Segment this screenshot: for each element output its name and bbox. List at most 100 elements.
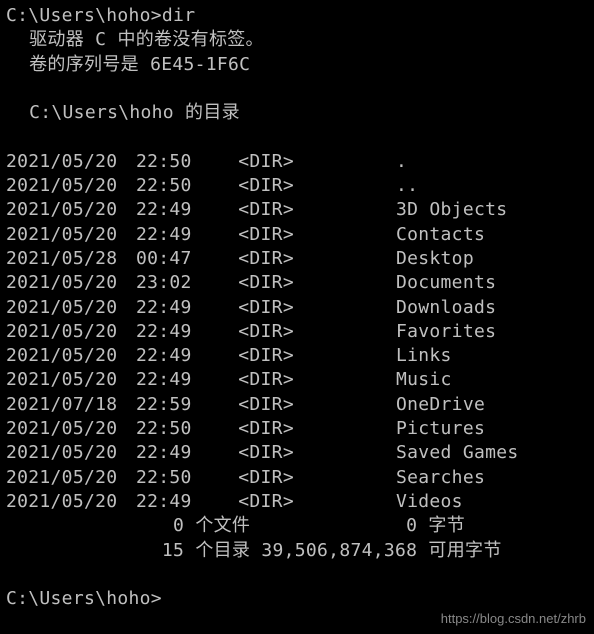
entry-name: Links — [396, 344, 588, 368]
list-item: 2021/05/2023:02 <DIR> Documents — [6, 271, 588, 295]
entry-time: 22:59 — [136, 393, 216, 417]
entry-name: OneDrive — [396, 393, 588, 417]
entry-name: . — [396, 150, 588, 174]
prompt: C:\Users\hoho> — [6, 5, 162, 26]
entry-size — [326, 441, 396, 465]
entry-date: 2021/05/28 — [6, 247, 136, 271]
entry-time: 22:50 — [136, 417, 216, 441]
entry-size — [326, 223, 396, 247]
blank-line — [6, 125, 588, 149]
list-item: 2021/05/2800:47 <DIR> Desktop — [6, 247, 588, 271]
entry-type: <DIR> — [216, 198, 326, 222]
volume-info: 驱动器 C 中的卷没有标签。 — [6, 28, 588, 52]
entry-name: Contacts — [396, 223, 588, 247]
list-item: 2021/05/2022:49 <DIR> 3D Objects — [6, 198, 588, 222]
entry-name: Pictures — [396, 417, 588, 441]
entry-time: 00:47 — [136, 247, 216, 271]
entry-time: 23:02 — [136, 271, 216, 295]
command-line[interactable]: C:\Users\hoho>dir — [6, 4, 588, 28]
entry-type: <DIR> — [216, 368, 326, 392]
entry-type: <DIR> — [216, 174, 326, 198]
serial-info: 卷的序列号是 6E45-1F6C — [6, 53, 588, 77]
entry-type: <DIR> — [216, 344, 326, 368]
entry-type: <DIR> — [216, 466, 326, 490]
entry-name: 3D Objects — [396, 198, 588, 222]
entry-date: 2021/05/20 — [6, 344, 136, 368]
directory-of: C:\Users\hoho 的目录 — [6, 101, 588, 125]
entry-size — [326, 490, 396, 514]
list-item: 2021/05/2022:49 <DIR> Videos — [6, 490, 588, 514]
entry-date: 2021/05/20 — [6, 490, 136, 514]
prompt-ready[interactable]: C:\Users\hoho> — [6, 587, 588, 611]
entry-time: 22:50 — [136, 150, 216, 174]
entry-time: 22:49 — [136, 198, 216, 222]
entry-date: 2021/05/20 — [6, 296, 136, 320]
list-item: 2021/05/2022:50 <DIR> Pictures — [6, 417, 588, 441]
entry-size — [326, 344, 396, 368]
command: dir — [162, 5, 195, 26]
directory-listing: 2021/05/2022:50 <DIR>.2021/05/2022:50 <D… — [6, 150, 588, 514]
list-item: 2021/05/2022:49 <DIR> Downloads — [6, 296, 588, 320]
entry-date: 2021/05/20 — [6, 368, 136, 392]
entry-date: 2021/05/20 — [6, 223, 136, 247]
list-item: 2021/05/2022:50 <DIR>. — [6, 150, 588, 174]
entry-time: 22:49 — [136, 296, 216, 320]
entry-time: 22:50 — [136, 174, 216, 198]
entry-size — [326, 466, 396, 490]
list-item: 2021/05/2022:50 <DIR>.. — [6, 174, 588, 198]
entry-name: Searches — [396, 466, 588, 490]
entry-size — [326, 393, 396, 417]
watermark: https://blog.csdn.net/zhrb — [441, 610, 586, 628]
entry-time: 22:49 — [136, 320, 216, 344]
entry-size — [326, 271, 396, 295]
list-item: 2021/05/2022:50 <DIR> Searches — [6, 466, 588, 490]
entry-name: .. — [396, 174, 588, 198]
entry-name: Documents — [396, 271, 588, 295]
entry-type: <DIR> — [216, 296, 326, 320]
entry-name: Desktop — [396, 247, 588, 271]
entry-time: 22:50 — [136, 466, 216, 490]
blank-line — [6, 563, 588, 587]
entry-date: 2021/05/20 — [6, 271, 136, 295]
entry-date: 2021/05/20 — [6, 441, 136, 465]
entry-date: 2021/05/20 — [6, 320, 136, 344]
entry-type: <DIR> — [216, 490, 326, 514]
list-item: 2021/05/2022:49 <DIR> Links — [6, 344, 588, 368]
entry-type: <DIR> — [216, 247, 326, 271]
entry-date: 2021/05/20 — [6, 198, 136, 222]
entry-time: 22:49 — [136, 344, 216, 368]
entry-type: <DIR> — [216, 150, 326, 174]
entry-type: <DIR> — [216, 320, 326, 344]
entry-time: 22:49 — [136, 490, 216, 514]
entry-name: Downloads — [396, 296, 588, 320]
entry-size — [326, 296, 396, 320]
list-item: 2021/05/2022:49 <DIR> Favorites — [6, 320, 588, 344]
entry-size — [326, 320, 396, 344]
entry-time: 22:49 — [136, 368, 216, 392]
entry-size — [326, 368, 396, 392]
entry-size — [326, 150, 396, 174]
entry-date: 2021/07/18 — [6, 393, 136, 417]
entry-name: Videos — [396, 490, 588, 514]
entry-date: 2021/05/20 — [6, 150, 136, 174]
entry-date: 2021/05/20 — [6, 466, 136, 490]
list-item: 2021/05/2022:49 <DIR> Music — [6, 368, 588, 392]
entry-name: Favorites — [396, 320, 588, 344]
entry-size — [326, 417, 396, 441]
entry-type: <DIR> — [216, 417, 326, 441]
list-item: 2021/07/1822:59 <DIR> OneDrive — [6, 393, 588, 417]
entry-type: <DIR> — [216, 393, 326, 417]
list-item: 2021/05/2022:49 <DIR> Contacts — [6, 223, 588, 247]
summary-files: 0 个文件 0 字节 — [6, 514, 588, 538]
entry-time: 22:49 — [136, 441, 216, 465]
list-item: 2021/05/2022:49 <DIR>Saved Games — [6, 441, 588, 465]
entry-date: 2021/05/20 — [6, 417, 136, 441]
entry-time: 22:49 — [136, 223, 216, 247]
entry-size — [326, 174, 396, 198]
entry-name: Music — [396, 368, 588, 392]
prompt: C:\Users\hoho> — [6, 588, 162, 609]
entry-size — [326, 247, 396, 271]
entry-type: <DIR> — [216, 271, 326, 295]
entry-size — [326, 198, 396, 222]
entry-type: <DIR> — [216, 223, 326, 247]
